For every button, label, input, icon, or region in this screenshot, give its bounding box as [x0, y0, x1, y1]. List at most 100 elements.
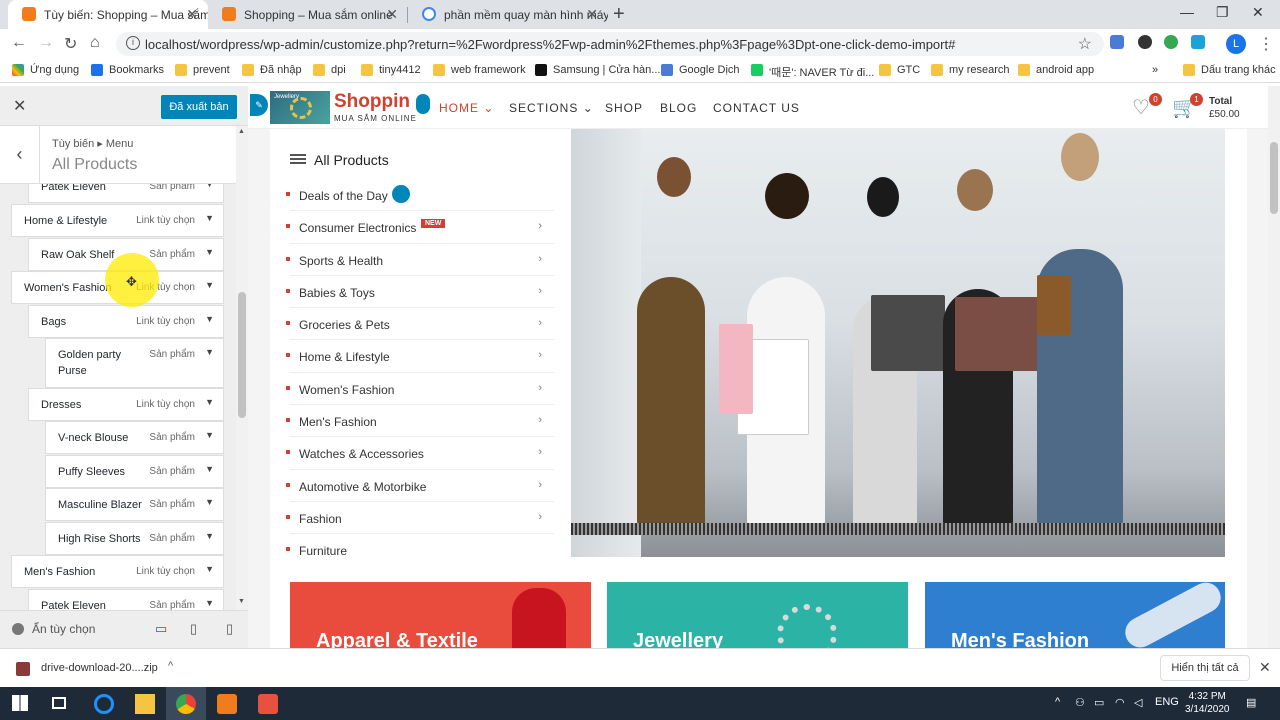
caret-down-icon[interactable]: ▼ [205, 564, 214, 574]
edit-shortcut-icon[interactable] [416, 94, 430, 114]
category-item[interactable]: Home & Lifestyle › [286, 340, 554, 373]
close-icon[interactable]: ✕ [186, 6, 198, 23]
info-icon[interactable]: i [126, 36, 140, 50]
notifications-icon[interactable]: ▤ [1246, 696, 1256, 709]
category-item[interactable]: Deals of the Day [286, 179, 554, 212]
bookmark-item[interactable]: dpi [313, 64, 346, 76]
nav-shop[interactable]: SHOP [605, 101, 643, 115]
category-item[interactable]: Furniture [286, 534, 554, 566]
menu-item[interactable]: Golden party Purse Sản phẩm ▼ [45, 338, 224, 388]
bookmark-item[interactable]: web framework [433, 64, 526, 76]
cart-total[interactable]: Total £50.00 [1209, 95, 1240, 121]
back-arrow-icon[interactable]: ← [11, 34, 27, 52]
menu-item[interactable]: V-neck Blouse Sản phẩm ▼ [45, 421, 224, 454]
category-item[interactable]: Babies & Toys › [286, 276, 554, 309]
hero-banner-image[interactable] [571, 129, 1225, 557]
drive-extension-icon[interactable] [1164, 35, 1178, 49]
bookmark-star-icon[interactable]: ☆ [1078, 34, 1092, 54]
caret-down-icon[interactable]: ▼ [205, 213, 214, 223]
caret-down-icon[interactable]: ▼ [205, 347, 214, 357]
bookmark-item[interactable]: prevent [175, 64, 230, 76]
translate-extension-icon[interactable] [1110, 35, 1124, 49]
people-icon[interactable]: ⚇ [1075, 696, 1085, 709]
reload-icon[interactable]: ↻ [64, 34, 77, 54]
wifi-icon[interactable]: ◠ [1115, 696, 1125, 709]
promo-banner-mens-fashion[interactable]: Men's Fashion [925, 582, 1225, 648]
menu-item[interactable]: Puffy Sleeves Sản phẩm ▼ [45, 455, 224, 488]
record-extension-icon[interactable] [1138, 35, 1152, 49]
mobile-preview-icon[interactable]: ▯ [226, 621, 233, 637]
bookmark-item[interactable]: tiny4412 [361, 64, 421, 76]
tab-customizer[interactable]: Tùy biến: Shopping – Mua sắm o ✕ [8, 0, 208, 29]
bookmarks-overflow[interactable]: » [1140, 64, 1158, 76]
windows-start-icon[interactable] [12, 695, 28, 711]
caret-down-icon[interactable]: ▼ [205, 531, 214, 541]
bookmark-apps[interactable]: Ứng dụng [12, 64, 79, 76]
tab-shopping[interactable]: Shopping – Mua sắm online ✕ [208, 0, 408, 29]
menu-dots-icon[interactable]: ⋮ [1258, 34, 1274, 54]
bookmark-item[interactable]: Samsung | Cửa hàn... [535, 64, 660, 76]
category-item[interactable]: Consumer Electronics NEW › [286, 211, 554, 244]
bookmark-item[interactable]: Đã nhập [242, 64, 302, 76]
forward-arrow-icon[interactable]: → [38, 34, 54, 52]
menu-item[interactable]: Masculine Blazer Sản phẩm ▼ [45, 488, 224, 521]
volume-icon[interactable]: ◁ [1134, 696, 1142, 709]
caret-down-icon[interactable]: ▼ [205, 397, 214, 407]
publish-button[interactable]: Đã xuất bản [161, 95, 237, 119]
screenshot-extension-icon[interactable] [1191, 35, 1205, 49]
scroll-up-arrow-icon[interactable]: ▲ [238, 128, 245, 135]
menu-item[interactable]: Men's Fashion Link tùy chọn ▼ [11, 555, 224, 588]
tablet-preview-icon[interactable]: ▯ [190, 621, 197, 637]
battery-icon[interactable]: ▭ [1094, 696, 1104, 709]
menu-item[interactable]: Home & Lifestyle Link tùy chọn ▼ [11, 204, 224, 237]
nav-contact[interactable]: CONTACT US [713, 101, 800, 115]
category-item[interactable]: Automotive & Motorbike › [286, 470, 554, 502]
sidebar-scrollbar[interactable]: ▲ ▼ [236, 126, 248, 610]
caret-down-icon[interactable]: ▼ [205, 184, 214, 189]
recorder-app-icon[interactable] [258, 694, 278, 714]
other-bookmarks[interactable]: Dấu trang khác [1183, 64, 1276, 76]
promo-banner-jewellery[interactable]: Jewellery [607, 582, 908, 648]
scrollbar-thumb[interactable] [1270, 142, 1278, 214]
caret-down-icon[interactable]: ▼ [205, 598, 214, 608]
brand-name[interactable]: Shoppin [334, 91, 410, 113]
show-all-button[interactable]: Hiển thị tất cả [1160, 655, 1250, 681]
system-clock[interactable]: 4:32 PM 3/14/2020 [1185, 690, 1230, 716]
hide-controls-button[interactable]: Ẩn tùy chọn [12, 622, 95, 636]
window-close-icon[interactable]: ✕ [1252, 4, 1264, 21]
bookmark-item[interactable]: Google Dịch [661, 64, 740, 76]
xampp-icon[interactable] [217, 694, 237, 714]
menu-item[interactable]: Patek Eleven Sản phẩm ▼ [28, 184, 224, 203]
caret-down-icon[interactable]: ▼ [205, 247, 214, 257]
new-tab-icon[interactable]: + [613, 3, 625, 26]
chevron-up-icon[interactable]: ^ [168, 660, 173, 672]
download-file-name[interactable]: drive-download-20....zip [41, 662, 158, 674]
preview-scrollbar[interactable] [1268, 86, 1280, 648]
maximize-icon[interactable]: ❐ [1216, 4, 1229, 21]
profile-avatar[interactable]: L [1226, 34, 1246, 54]
task-view-icon[interactable] [52, 697, 66, 709]
caret-down-icon[interactable]: ▼ [205, 464, 214, 474]
caret-down-icon[interactable]: ▼ [205, 430, 214, 440]
minimize-icon[interactable]: — [1180, 4, 1194, 20]
desktop-preview-icon[interactable]: ▭ [155, 621, 167, 637]
bookmark-item[interactable]: '때문': NAVER Từ đi... [751, 64, 874, 80]
bookmark-item[interactable]: my research [931, 64, 1010, 76]
category-item[interactable]: Watches & Accessories › [286, 437, 554, 470]
close-icon[interactable]: ✕ [13, 96, 26, 116]
caret-down-icon[interactable]: ▼ [205, 280, 214, 290]
nav-sections[interactable]: SECTIONS ⌄ [509, 101, 594, 115]
wishlist-heart-icon[interactable]: ♡ [1132, 95, 1150, 120]
url-omnibox[interactable]: i localhost/wordpress/wp-admin/customize… [116, 32, 1104, 56]
close-icon[interactable]: ✕ [1259, 659, 1271, 676]
scrollbar-thumb[interactable] [238, 292, 246, 418]
chevron-up-icon[interactable]: ^ [1055, 696, 1060, 708]
input-language[interactable]: ENG [1155, 696, 1179, 708]
category-item[interactable]: Groceries & Pets › [286, 308, 554, 341]
edit-shortcut-icon[interactable]: ✎ [250, 94, 268, 116]
tab-google-search[interactable]: phần mềm quay màn hình máy t ✕ [408, 0, 608, 29]
category-item[interactable]: Sports & Health › [286, 244, 554, 276]
menu-item[interactable]: Patek Eleven Sản phẩm ▼ [28, 589, 224, 610]
category-item[interactable]: Fashion › [286, 502, 554, 535]
home-icon[interactable]: ⌂ [90, 34, 100, 52]
